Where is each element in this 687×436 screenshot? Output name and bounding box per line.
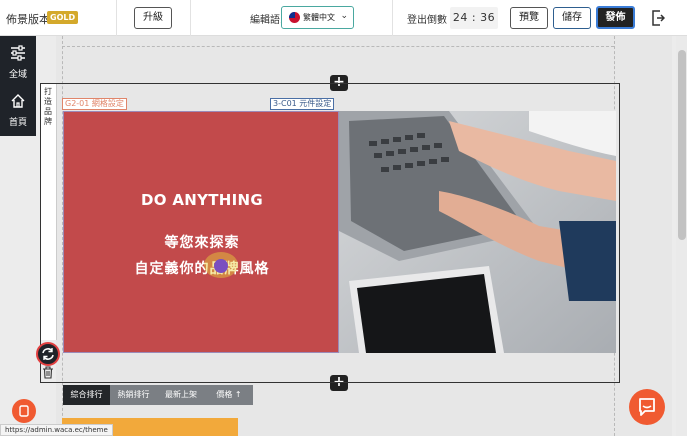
tab-price-asc[interactable]: 價格 ↑ bbox=[205, 385, 253, 405]
banner-photo[interactable] bbox=[339, 111, 616, 353]
page-scrollbar-thumb[interactable] bbox=[678, 50, 686, 240]
brand-section-tab[interactable]: 打造品牌 bbox=[41, 84, 57, 340]
chat-icon bbox=[639, 398, 655, 416]
logout-countdown-label: 登出倒數 bbox=[407, 15, 447, 26]
hand-cursor-icon bbox=[214, 259, 228, 273]
plan-badge: GOLD bbox=[47, 11, 79, 24]
grid-settings-tag[interactable]: G2-01 網格設定 bbox=[62, 98, 127, 110]
banner-subline: 等您來探索 bbox=[164, 235, 240, 251]
plan-label: 佈景版本 bbox=[6, 13, 50, 26]
language-select-value: 繁體中文 bbox=[303, 13, 335, 22]
banner-headline: DO ANYTHING bbox=[141, 191, 263, 209]
divider bbox=[392, 0, 393, 36]
language-select[interactable]: 繁體中文 ⌄ bbox=[281, 6, 354, 29]
sidebar-item-home[interactable]: 首頁 bbox=[0, 88, 36, 134]
chat-widget-button[interactable] bbox=[629, 389, 665, 425]
banner-subline: 自定義你的品牌風格 bbox=[134, 261, 270, 277]
publish-button[interactable]: 發佈 bbox=[596, 6, 635, 29]
brand-section-label: 打造品牌 bbox=[44, 87, 52, 126]
sidebar-item-global[interactable]: 全域 bbox=[0, 40, 36, 86]
top-toolbar: 佈景版本 GOLD 升級 編輯語系 ? 繁體中文 ⌄ 登出倒數 24 : 36 … bbox=[0, 0, 687, 36]
tab-best-selling[interactable]: 熱銷排行 bbox=[110, 385, 157, 405]
floating-action-button[interactable] bbox=[12, 399, 36, 423]
left-sidebar: 全域 首頁 bbox=[0, 36, 36, 136]
divider bbox=[116, 0, 117, 36]
logout-icon[interactable] bbox=[651, 10, 665, 26]
sidebar-item-label: 首頁 bbox=[8, 118, 27, 128]
upgrade-button[interactable]: 升級 bbox=[134, 7, 172, 29]
sidebar-item-label: 全域 bbox=[8, 70, 27, 80]
tab-overall-ranking[interactable]: 綜合排行 bbox=[63, 385, 110, 405]
divider bbox=[190, 0, 191, 36]
logout-countdown: 24 : 36 bbox=[450, 7, 498, 29]
banner-text-panel[interactable]: DO ANYTHING 等您來探索 自定義你的品牌風格 bbox=[63, 111, 339, 353]
save-button[interactable]: 儲存 bbox=[553, 7, 591, 29]
refresh-icon[interactable] bbox=[36, 342, 60, 366]
chevron-down-icon: ⌄ bbox=[340, 11, 348, 21]
tab-newest[interactable]: 最新上架 bbox=[157, 385, 205, 405]
home-icon bbox=[11, 94, 25, 108]
preview-button[interactable]: 預覽 bbox=[510, 7, 548, 29]
sliders-icon bbox=[11, 45, 25, 61]
status-bar-url: https://admin.waca.ec/theme bbox=[0, 424, 113, 436]
taiwan-flag-icon bbox=[289, 12, 300, 23]
guide-line bbox=[62, 46, 614, 47]
page-icon bbox=[19, 405, 29, 417]
trash-icon[interactable] bbox=[42, 366, 54, 379]
laptop-photo-illustration bbox=[339, 111, 616, 353]
component-settings-tag[interactable]: 3-C01 元件設定 bbox=[270, 98, 335, 110]
